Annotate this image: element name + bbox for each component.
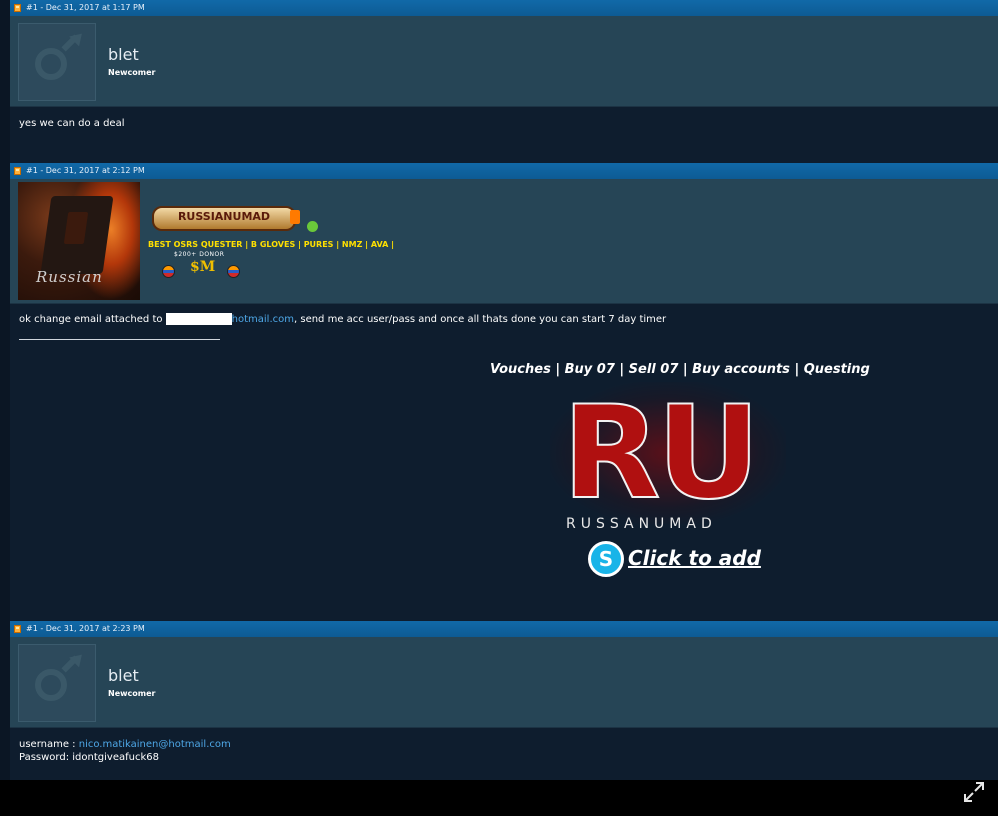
- post-1: #1 - Dec 31, 2017 at 1:17 PM blet Newcom…: [10, 0, 998, 160]
- male-default-avatar-icon[interactable]: [18, 23, 96, 101]
- ru-logo: RU: [561, 379, 761, 528]
- male-default-avatar-icon[interactable]: [18, 644, 96, 722]
- message-text: , send me acc user/pass and once all tha…: [294, 314, 667, 325]
- post-1-permalink[interactable]: #1 - Dec 31, 2017 at 1:17 PM: [26, 3, 145, 12]
- skype-icon[interactable]: S: [588, 541, 624, 577]
- page-left-strip: [0, 0, 10, 780]
- post-pin-icon: [14, 4, 21, 12]
- post-2-user-bar: Russian RUSSIANUMAD BEST OSRS QUESTER | …: [10, 179, 998, 304]
- post-1-header[interactable]: #1 - Dec 31, 2017 at 1:17 PM: [10, 0, 998, 16]
- post-2-permalink[interactable]: #1 - Dec 31, 2017 at 2:12 PM: [26, 166, 145, 175]
- message-text: ok change email attached to: [19, 314, 166, 325]
- signature-links[interactable]: Vouches | Buy 07 | Sell 07 | Buy account…: [490, 362, 870, 377]
- avatar-text: Russian: [36, 268, 103, 286]
- redacted-block: [165, 313, 232, 325]
- signature-divider: [19, 339, 220, 340]
- post-2-header[interactable]: #1 - Dec 31, 2017 at 2:12 PM: [10, 163, 998, 179]
- username-logo[interactable]: RUSSIANUMAD: [152, 206, 300, 231]
- password-label: Password:: [19, 752, 73, 763]
- user-tagline: BEST OSRS QUESTER | B GLOVES | PURES | N…: [148, 240, 395, 249]
- username-label: username :: [19, 739, 79, 750]
- post-2: #1 - Dec 31, 2017 at 2:12 PM Russian RUS…: [10, 163, 998, 618]
- post-3: #1 - Dec 31, 2017 at 2:23 PM blet Newcom…: [10, 621, 998, 780]
- donor-badge-icon: $M: [190, 259, 216, 275]
- post-pin-icon: [14, 167, 21, 175]
- post-3-usertitle: Newcomer: [108, 689, 156, 698]
- rank-badge-icon: [227, 265, 240, 278]
- post-3-message: username : nico.matikainen@hotmail.com P…: [19, 738, 231, 764]
- donor-label: $200+ DONOR: [174, 251, 225, 258]
- post-pin-icon: [14, 625, 21, 633]
- russian-avatar[interactable]: Russian: [18, 182, 140, 300]
- post-2-message: ok change email attached to hotmail.com,…: [19, 313, 666, 325]
- post-1-usertitle: Newcomer: [108, 68, 156, 77]
- email-link[interactable]: hotmail.com: [232, 314, 294, 325]
- post-3-user-bar: blet Newcomer: [10, 637, 998, 728]
- username-logo-text: RUSSIANUMAD: [177, 210, 271, 223]
- password-value: idontgiveafuck68: [72, 752, 159, 763]
- post-1-message: yes we can do a deal: [19, 118, 125, 129]
- thread-content: #1 - Dec 31, 2017 at 1:17 PM blet Newcom…: [10, 0, 998, 780]
- fullscreen-expand-icon[interactable]: [962, 780, 986, 804]
- ru-logo-word: RUSSANUMAD: [566, 516, 717, 532]
- username-line: username : nico.matikainen@hotmail.com: [19, 738, 231, 751]
- post-3-header[interactable]: #1 - Dec 31, 2017 at 2:23 PM: [10, 621, 998, 637]
- rank-badge-icon: [162, 265, 175, 278]
- post-1-user-bar: blet Newcomer: [10, 16, 998, 107]
- post-3-username[interactable]: blet: [108, 666, 139, 685]
- post-3-permalink[interactable]: #1 - Dec 31, 2017 at 2:23 PM: [26, 624, 145, 633]
- online-status-icon: [307, 221, 318, 232]
- password-line: Password: idontgiveafuck68: [19, 751, 231, 764]
- skype-add-link[interactable]: Click to add: [628, 546, 761, 570]
- username-email-link[interactable]: nico.matikainen@hotmail.com: [79, 739, 231, 750]
- post-1-username[interactable]: blet: [108, 45, 139, 64]
